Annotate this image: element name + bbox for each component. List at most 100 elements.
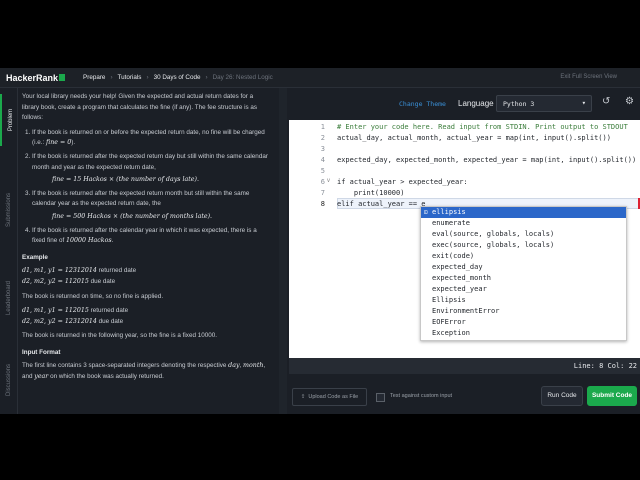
ex2-line1-label: returned date (88, 307, 129, 315)
autocomplete-item[interactable]: Exception (421, 328, 626, 339)
suggestion-label: EnvironmentError (432, 307, 500, 315)
suggestion-icon: ⊡ (424, 209, 428, 216)
input-format-header: Input Format (22, 348, 61, 356)
tab-submissions[interactable]: Submissions (0, 180, 18, 240)
line-number: 1 (320, 123, 325, 131)
logo-mark-icon (59, 74, 66, 81)
suggestion-label: Ellipsis (432, 296, 466, 304)
input-text-d: on which the book was actually returned. (48, 373, 164, 381)
example-header: Example (22, 253, 48, 261)
tab-leaderboard-label: Leaderboard (6, 280, 12, 316)
rule-3: If the book is returned after the expect… (32, 189, 270, 223)
input-math-month: month (243, 362, 264, 370)
chevron-right-icon: › (146, 74, 149, 81)
fee-rules: If the book is returned on or before the… (32, 128, 270, 247)
rule-4-end: . (111, 237, 114, 245)
upload-label: Upload Code as File (308, 394, 359, 400)
rule-3-text: If the book is returned after the expect… (32, 189, 250, 208)
autocomplete-item[interactable]: exec(source, globals, locals) (421, 240, 626, 251)
rule-2-formula: fine = 15 Hackos × (the number of days l… (52, 176, 199, 184)
line-number: 7 (320, 189, 325, 197)
autocomplete-item[interactable]: EOFError (421, 317, 626, 328)
ex2-line2-label: due date (96, 317, 124, 325)
autocomplete-item[interactable]: eval(source, globals, locals) (421, 229, 626, 240)
upload-icon: ⇪ (300, 394, 306, 400)
logo-text: HackerRank (6, 72, 59, 83)
run-code-button[interactable]: Run Code (541, 386, 583, 406)
suggestion-label: exec(source, globals, locals) (432, 241, 555, 249)
breadcrumb: Prepare › Tutorials › 30 Days of Code › … (83, 74, 273, 81)
cursor-position: Line: 8 Col: 22 (573, 362, 637, 370)
rule-4: If the book is returned after the calend… (32, 226, 270, 247)
line-number: 3 (320, 145, 325, 153)
rule-4-math: 10000 Hackos (65, 237, 112, 245)
ex1-line2-label: due date (88, 277, 116, 285)
suggestion-label: exit(code) (432, 252, 475, 260)
logo[interactable]: HackerRank (6, 72, 66, 83)
rule-2: If the book is returned after the expect… (32, 152, 270, 186)
line-gutter: 1 2 3 4 5 6 v 7 8 (289, 120, 330, 358)
rule-3-formula: fine = 500 Hackos × (the number of month… (52, 212, 213, 220)
ex2-line1-math: d1, m1, y1 = 112015 (22, 307, 89, 315)
action-bar: ⇪ Upload Code as File Test against custom… (289, 374, 640, 414)
tab-leaderboard[interactable]: Leaderboard (0, 268, 18, 328)
crumb-tutorials[interactable]: Tutorials (118, 74, 142, 81)
line-number: 5 (320, 167, 325, 175)
history-icon[interactable]: ↺ (602, 96, 614, 108)
autocomplete-item[interactable]: expected_month (421, 273, 626, 284)
example-1-result: The book is returned on time, so no fine… (22, 292, 164, 300)
tab-problem-label: Problem (8, 108, 14, 132)
side-tabs: Problem Submissions Leaderboard Discussi… (0, 88, 18, 414)
rule-1-math: fine = 0 (46, 139, 72, 147)
custom-input-checkbox[interactable] (376, 393, 385, 402)
rule-1-end: ). (71, 139, 76, 147)
autocomplete-item[interactable]: enumerate (421, 218, 626, 229)
autocomplete-item[interactable]: ⊡ ellipsis (421, 207, 626, 218)
rule-2-text: If the book is returned after the expect… (32, 152, 268, 171)
chevron-down-icon: ▾ (581, 99, 586, 107)
line-number: 4 (320, 156, 325, 164)
code-line: print(10000) (337, 189, 405, 197)
autocomplete-item[interactable]: expected_day (421, 262, 626, 273)
example-2-line-2: d2, m2, y2 = 12312014 due date (22, 317, 270, 328)
custom-input-label[interactable]: Test against custom input (390, 393, 452, 399)
suggestion-label: expected_day (432, 263, 483, 271)
letterbox-top (0, 0, 640, 68)
submit-code-button[interactable]: Submit Code (587, 386, 637, 406)
language-select[interactable]: Python 3 ▾ (496, 95, 592, 112)
suggestion-label: expected_year (432, 285, 487, 293)
autocomplete-item[interactable]: EnvironmentError (421, 306, 626, 317)
code-line: elif actual_year == e (337, 200, 426, 208)
ex1-line1-label: returned date (96, 267, 137, 275)
tab-discussions[interactable]: Discussions (0, 350, 18, 410)
autocomplete-item[interactable]: exit(code) (421, 251, 626, 262)
tab-problem[interactable]: Problem (0, 94, 18, 146)
input-text-a: The first line contains 3 space-separate… (22, 362, 229, 370)
exit-fullscreen-link[interactable]: Exit Full Screen View (560, 74, 617, 80)
suggestion-label: EOFError (432, 318, 466, 326)
code-line: # Enter your code here. Read input from … (337, 123, 628, 131)
example-1-line-2: d2, m2, y2 = 112015 due date (22, 277, 270, 288)
tab-submissions-label: Submissions (6, 192, 12, 228)
autocomplete-item[interactable]: Ellipsis (421, 295, 626, 306)
change-theme-link[interactable]: Change Theme (399, 100, 446, 108)
panel-divider[interactable] (279, 88, 287, 414)
top-nav: HackerRank Prepare › Tutorials › 30 Days… (0, 68, 640, 88)
gear-icon[interactable]: ⚙ (625, 96, 637, 108)
input-format-text: The first line contains 3 space-separate… (22, 361, 270, 382)
ex1-line2-math: d2, m2, y2 = 112015 (22, 277, 89, 285)
chevron-right-icon: › (205, 74, 208, 81)
upload-code-button[interactable]: ⇪ Upload Code as File (292, 388, 367, 406)
crumb-current: Day 26: Nested Logic (212, 74, 273, 81)
tab-discussions-label: Discussions (6, 363, 12, 397)
crumb-prepare[interactable]: Prepare (83, 74, 105, 81)
fold-arrow-icon[interactable]: v (327, 178, 330, 184)
example-1-line-1: d1, m1, y1 = 12312014 returned date (22, 266, 270, 277)
autocomplete-popup: ⊡ ellipsis enumerate eval(source, globals… (420, 206, 627, 341)
editor-toolbar: Change Theme Language Python 3 ▾ ↺ ⚙ (289, 88, 640, 118)
crumb-30-days[interactable]: 30 Days of Code (154, 74, 201, 81)
language-label: Language (458, 99, 494, 108)
ex2-line2-math: d2, m2, y2 = 12312014 (22, 317, 97, 325)
ex1-line1-math: d1, m1, y1 = 12312014 (22, 267, 97, 275)
autocomplete-item[interactable]: expected_year (421, 284, 626, 295)
